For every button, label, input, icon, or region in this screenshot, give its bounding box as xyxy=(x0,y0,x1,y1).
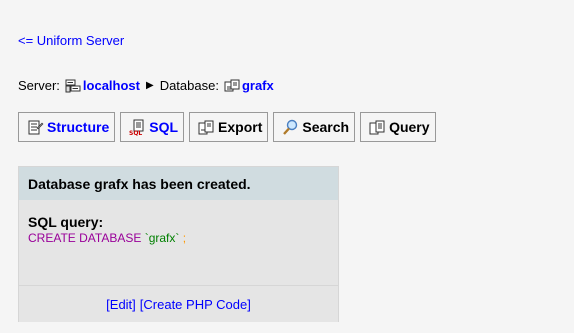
sql-query-label: SQL query: xyxy=(28,214,104,230)
tab-bar: Structure SQL SQL Export Search Query xyxy=(18,110,574,142)
query-icon xyxy=(369,120,385,134)
back-to-uniform-server-link[interactable]: <= Uniform Server xyxy=(18,33,124,48)
server-name: localhost xyxy=(82,78,140,93)
breadcrumb-arrow-icon: ▶ xyxy=(145,80,154,91)
search-icon xyxy=(283,119,298,135)
create-php-code-link[interactable]: [Create PHP Code] xyxy=(140,297,251,312)
sql-query-code: CREATE DATABASE `grafx` ; xyxy=(28,231,186,245)
sql-icon: SQL xyxy=(129,119,144,136)
edit-link[interactable]: [Edit] xyxy=(106,297,136,312)
tab-query[interactable]: Query xyxy=(360,112,436,142)
database-icon xyxy=(224,79,240,91)
sql-identifier: `grafx` xyxy=(144,231,180,245)
success-message: Database grafx has been created. xyxy=(19,167,338,200)
success-message-box: Database grafx has been created. SQL que… xyxy=(18,166,339,322)
database-name: grafx xyxy=(241,78,274,93)
tab-export-label: Export xyxy=(218,119,263,135)
sql-terminator: ; xyxy=(182,231,187,245)
server-label: Server: xyxy=(18,78,60,93)
tab-search-label: Search xyxy=(302,119,350,135)
svg-text:SQL: SQL xyxy=(129,130,142,136)
server-icon xyxy=(65,79,81,92)
export-icon xyxy=(198,120,214,134)
tab-structure-label: Structure xyxy=(47,119,110,135)
structure-icon xyxy=(28,120,44,134)
message-actions: [Edit] [Create PHP Code] xyxy=(19,285,338,322)
database-link[interactable]: grafx xyxy=(219,78,274,93)
tab-query-label: Query xyxy=(389,119,430,135)
breadcrumb: Server: localhost ▶ Database: grafx xyxy=(18,78,274,93)
tab-sql-label: SQL xyxy=(149,119,179,135)
tab-export[interactable]: Export xyxy=(189,112,269,142)
sql-keyword: CREATE DATABASE xyxy=(28,231,142,245)
tab-sql[interactable]: SQL SQL xyxy=(120,112,185,142)
database-label: Database: xyxy=(159,78,219,93)
server-link[interactable]: localhost xyxy=(60,78,140,93)
tab-structure[interactable]: Structure xyxy=(18,112,116,142)
tab-search[interactable]: Search xyxy=(273,112,356,142)
